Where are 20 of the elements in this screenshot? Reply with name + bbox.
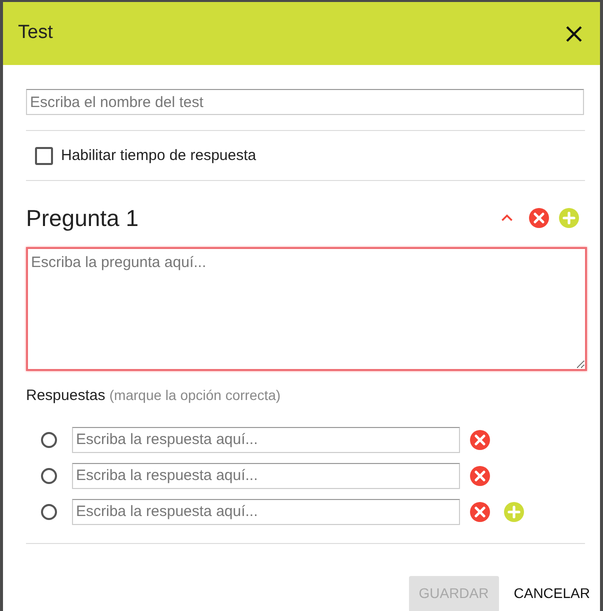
answer-field[interactable]: Escriba la respuesta aquí... xyxy=(72,426,460,452)
answers-label: Respuestas xyxy=(26,387,106,404)
checkbox[interactable] xyxy=(35,147,53,166)
radio-button[interactable] xyxy=(41,468,57,484)
delete-icon[interactable] xyxy=(470,502,490,522)
answer-field[interactable]: Escriba la respuesta aquí... xyxy=(72,498,460,524)
delete-icon[interactable] xyxy=(470,466,490,486)
close-button[interactable] xyxy=(566,26,582,42)
delete-icon[interactable] xyxy=(470,430,490,450)
cancel-button[interactable]: CANCELAR xyxy=(498,583,590,604)
question-field[interactable]: Escriba la pregunta aquí... xyxy=(26,247,587,371)
test-name-field[interactable]: Escriba el nombre del test xyxy=(26,89,584,115)
radio-button[interactable] xyxy=(41,432,57,448)
answer-field[interactable]: Escriba la respuesta aquí... xyxy=(72,462,460,488)
question-title: Pregunta 1 xyxy=(26,204,140,233)
checkbox-label: Habilitar tiempo de respuesta xyxy=(61,146,256,166)
answers-hint: (marque la opción correcta) xyxy=(109,387,281,403)
radio-button[interactable] xyxy=(41,504,57,520)
dialog-title: Test xyxy=(18,21,53,46)
delete-icon[interactable] xyxy=(529,208,549,228)
